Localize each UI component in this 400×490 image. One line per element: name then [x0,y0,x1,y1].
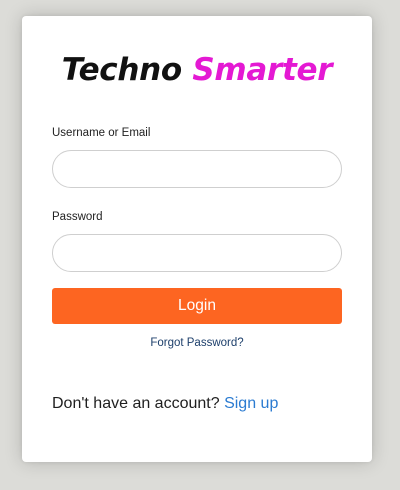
logo-word-techno: Techno [61,52,182,88]
signup-row: Don't have an account? Sign up [52,395,278,413]
username-label: Username or Email [52,127,151,139]
login-button[interactable]: Login [52,288,342,324]
forgot-password-link[interactable]: Forgot Password? [22,337,372,349]
username-input[interactable] [52,150,342,188]
login-card: Techno Smarter Username or Email Passwor… [22,16,372,462]
signup-prompt: Don't have an account? [52,395,220,412]
signup-link[interactable]: Sign up [224,395,278,412]
logo-word-smarter: Smarter [192,52,333,88]
logo: Techno Smarter [22,50,372,90]
password-label: Password [52,211,103,223]
password-input[interactable] [52,234,342,272]
